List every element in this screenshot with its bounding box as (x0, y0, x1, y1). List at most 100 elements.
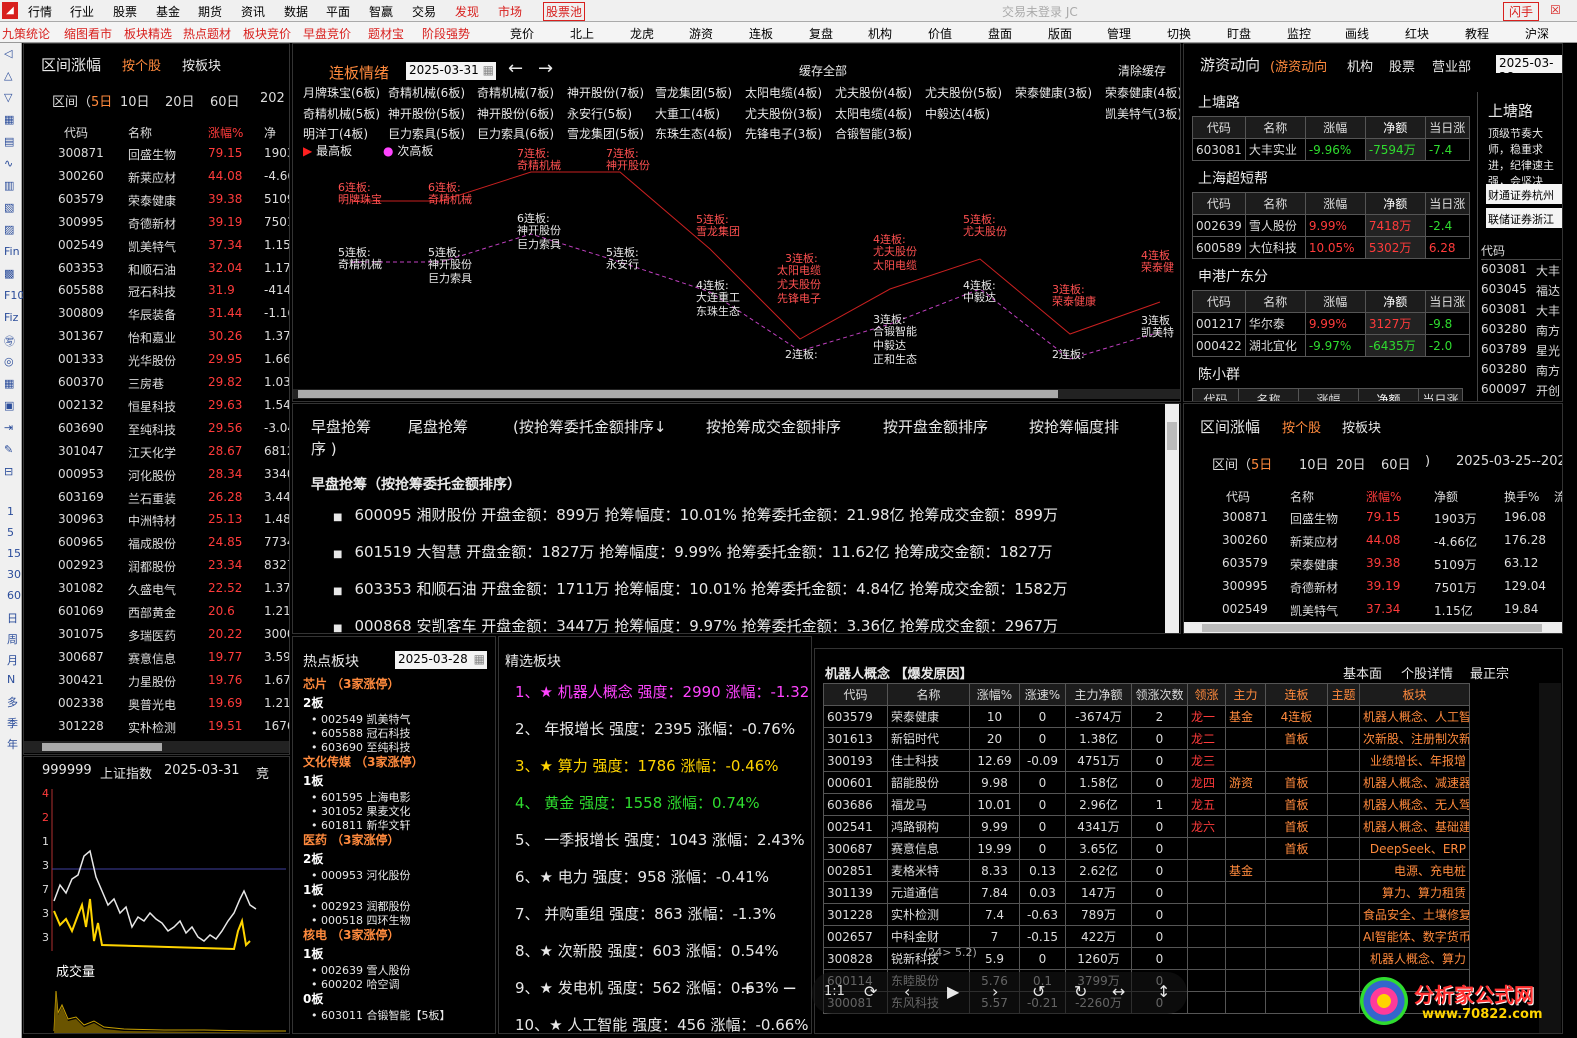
tool-icon[interactable]: ▣ (4, 399, 14, 412)
col-header[interactable]: 主力净额 (1065, 683, 1132, 706)
side-col-header[interactable]: 代码 (1481, 242, 1561, 260)
tab-by-block[interactable]: 按板块 (1342, 417, 1381, 436)
table-row[interactable]: 002549 凯美特气 37.34 1.15 (24, 238, 289, 258)
date-picker[interactable]: 2025-03-28 (1496, 55, 1562, 84)
tool-icon[interactable]: ▨ (4, 223, 14, 236)
hot-block-header[interactable]: 芯片 （3家涨停） (303, 675, 400, 692)
table-row[interactable]: 300421 力星股份 19.76 1.67 (24, 673, 289, 693)
table-row[interactable]: 600370 三房巷 29.82 1.03 (24, 375, 289, 395)
hot-block-header[interactable]: 医药 （3家涨停） (303, 831, 400, 848)
table-row[interactable]: 002541 鸿路钢构 9.99 0 4341万 0 龙六 首板 机器人概念、基础建 (823, 815, 1470, 838)
table-row[interactable]: 603579 荣泰健康 39.38 5109万 63.12 (1184, 556, 1562, 576)
h-scrollbar[interactable] (24, 741, 289, 753)
hot-block-header[interactable]: 文化传媒 （3家涨停） (303, 753, 424, 770)
col-header[interactable]: 涨幅 (1304, 116, 1366, 139)
v-scrollbar[interactable] (1165, 404, 1179, 633)
tool-icon[interactable]: △ (4, 69, 12, 82)
table-row[interactable]: 300828 锐新科技 5.9 0 1260万 0 机器人概念、算力 (823, 947, 1470, 970)
col-header[interactable]: 名称 (128, 124, 152, 141)
tab-6[interactable]: 题材宝 (368, 25, 404, 42)
jx-item[interactable]: 6、★ 电力 强度：958 涨幅：-0.41% (515, 866, 769, 887)
table-row[interactable]: 002338 奥普光电 19.69 1.21 (24, 696, 289, 716)
rotate-right-icon[interactable]: ↻ (1074, 982, 1087, 1001)
tab-23[interactable]: 红块 (1388, 25, 1446, 42)
col-header[interactable]: 涨幅% (1366, 488, 1401, 505)
tool-icon[interactable]: ▽ (4, 91, 12, 104)
col-header[interactable]: 代码 (1192, 116, 1246, 139)
period-1[interactable]: 5 (7, 526, 14, 539)
bidding-tab[interactable]: 按抢筹幅度排 (1029, 416, 1119, 437)
table-row[interactable]: 300260 新莱应材 44.08 -4.66亿 176.28 (1184, 533, 1562, 553)
tab-24[interactable]: 教程 (1448, 25, 1506, 42)
tab-9[interactable]: 北上 (553, 25, 611, 42)
tab-19[interactable]: 切换 (1150, 25, 1208, 42)
period-option[interactable]: 2025-03-25--2025-03-3 (1456, 454, 1562, 469)
tab-7[interactable]: 阶段强势 (422, 25, 470, 42)
period-4[interactable]: 60 (7, 589, 21, 602)
bidding-tab[interactable]: 按开盘金额排序 (883, 416, 988, 437)
table-row[interactable]: 605588 冠石科技 31.9 -4142 (24, 283, 289, 303)
tool-icon[interactable]: ✎ (4, 443, 13, 456)
jx-item[interactable]: 4、 黄金 强度：1558 涨幅：0.74% (515, 792, 760, 813)
table-row[interactable]: 603690 至纯科技 29.56 -3.04 (24, 421, 289, 441)
table-row[interactable]: 300871 回盛生物 79.15 1903 (24, 146, 289, 166)
menu-item[interactable]: 智赢 (369, 3, 393, 20)
menu-item[interactable]: 股票 (113, 3, 137, 20)
table-row[interactable]: 000601 韶能股份 9.98 0 1.58亿 0 龙四 游资 首板 机器人概念、减速器 (823, 771, 1470, 794)
col-header[interactable]: 代码 (1192, 192, 1246, 215)
tab-stock[interactable]: 股票 (1389, 56, 1415, 75)
tab-3[interactable]: 热点题材 (183, 25, 231, 42)
tool-icon[interactable]: ◎ (4, 355, 14, 368)
hot-stock-item[interactable]: • 000953 河化股份 (311, 867, 411, 883)
tool-icon[interactable]: ㊢ (4, 333, 15, 349)
table-row[interactable]: 002851 麦格米特 8.33 0.13 2.62亿 0 基金 电源、充电桩 (823, 859, 1470, 882)
tab-16[interactable]: 盘面 (971, 25, 1029, 42)
col-header[interactable]: 净额 (1364, 116, 1426, 139)
col-header[interactable]: 名称 (1244, 192, 1306, 215)
tool-icon[interactable]: ▩ (4, 267, 14, 280)
tab-1[interactable]: 缩图看市 (64, 25, 112, 42)
tab-20[interactable]: 盯盘 (1210, 25, 1268, 42)
col-header[interactable]: 净额 (1434, 488, 1458, 505)
tool-icon[interactable]: ⊟ (4, 465, 13, 478)
bidding-tab[interactable]: 尾盘抢筹 (408, 416, 468, 437)
table-row[interactable]: 002132 恒星科技 29.63 1.54 (24, 398, 289, 418)
tool-icon[interactable]: Fiz (4, 311, 18, 324)
period-option[interactable]: 10日 (1299, 454, 1329, 473)
tab-5[interactable]: 早盘竞价 (303, 25, 351, 42)
table-row[interactable]: 301613 新铝时代 20 0 1.38亿 0 龙二 首板 次新股、注册制次新 (823, 727, 1470, 750)
table-row[interactable]: 002657 中科金财 7 -0.15 422万 0 AI智能体、数字货币 (823, 925, 1470, 948)
period-11[interactable]: 年 (7, 736, 18, 752)
bidding-item[interactable]: ■ 000868 安凯客车 开盘金额：3447万 抢筹幅度：9.97% 抢筹委托金… (333, 615, 1058, 633)
table-row[interactable]: 300995 奇德新材 39.19 7501 (24, 215, 289, 235)
table-row[interactable]: 301082 久盛电气 22.52 1.37 (24, 581, 289, 601)
date-picker[interactable]: 2025-03-28 ▦ (395, 651, 487, 669)
menu-item[interactable]: 期货 (198, 3, 222, 20)
table-row[interactable]: 002549 凯美特气 37.34 1.15亿 19.84 (1184, 602, 1562, 622)
period-8[interactable]: N (7, 673, 15, 686)
table-row[interactable]: 300995 奇德新材 39.19 7501万 129.04 (1184, 579, 1562, 599)
col-header[interactable]: 板块 (1359, 683, 1470, 706)
col-header[interactable]: 主力 (1225, 683, 1266, 706)
tab-18[interactable]: 管理 (1090, 25, 1148, 42)
jx-item[interactable]: 5、 一季报增长 强度：1043 涨幅：2.43% (515, 829, 805, 850)
col-header[interactable]: 代码 (1192, 388, 1239, 401)
side-button[interactable]: 财通证券杭州 (1486, 184, 1562, 204)
jx-item[interactable]: 3、★ 算力 强度：1786 涨幅：-0.46% (515, 755, 779, 776)
tab-12[interactable]: 连板 (732, 25, 790, 42)
jx-item[interactable]: 10、★ 人工智能 强度：456 涨幅：-0.66% (515, 1014, 809, 1033)
tool-icon[interactable]: ▦ (4, 377, 14, 390)
table-row[interactable]: 002923 润都股份 23.34 8327 (24, 558, 289, 578)
period-6[interactable]: 周 (7, 631, 18, 647)
zoom-reset-button[interactable]: 1:1 (824, 984, 845, 999)
zoom-in-button[interactable]: + (740, 978, 755, 999)
hot-stock-item[interactable]: • 603011 合锻智能【5板】 (311, 1007, 451, 1023)
zoom-out-button[interactable]: − (782, 978, 797, 999)
tab-by-block[interactable]: 按板块 (182, 55, 221, 74)
period-option[interactable]: 202 (260, 91, 285, 106)
index-extra[interactable]: 竞 (256, 763, 269, 782)
table-row[interactable]: 300809 华辰装备 31.44 -1.16 (24, 306, 289, 326)
period-9[interactable]: 多 (7, 694, 18, 710)
tool-icon[interactable]: Fin (4, 245, 20, 258)
col-header[interactable]: 当日涨 (1424, 192, 1470, 215)
